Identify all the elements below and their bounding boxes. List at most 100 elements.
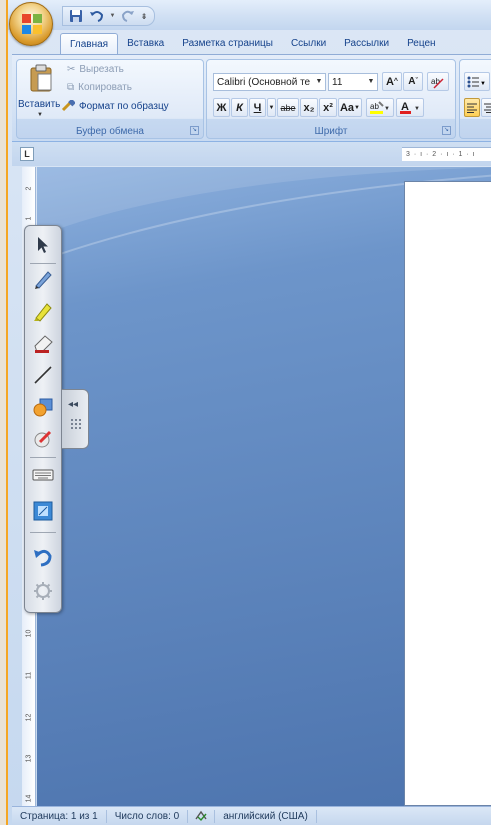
status-language[interactable]: английский (США) [215, 809, 317, 823]
proofing-status[interactable] [188, 809, 216, 823]
subscript-button[interactable]: x₂ [300, 98, 318, 117]
eraser-tool-icon[interactable] [30, 330, 56, 356]
status-word-count[interactable]: Число слов: 0 [107, 809, 189, 823]
pen-tool-icon[interactable] [30, 266, 56, 292]
vertical-ruler-number: 12 [25, 713, 33, 722]
horizontal-ruler[interactable]: 3 · ı · 2 · ı · 1 · ı [402, 147, 491, 161]
select-tool-icon[interactable] [30, 232, 56, 258]
status-bar: Страница: 1 из 1 Число слов: 0 английски… [12, 806, 491, 825]
save-icon[interactable] [67, 8, 85, 24]
chevron-down-icon: ▼ [315, 78, 323, 85]
font-family-value: Calibri (Основной те [217, 76, 311, 88]
toolbar-divider [30, 263, 56, 264]
keyboard-icon[interactable] [30, 462, 56, 488]
document-page[interactable] [404, 181, 491, 806]
font-color-button[interactable]: A ▼ [396, 98, 424, 117]
tab-mailings[interactable]: Рассылки [335, 33, 398, 55]
tab-review[interactable]: Рецен [398, 33, 445, 55]
grow-font-icon: A [385, 75, 394, 88]
ribbon: Вставить ▼ ✂ Вырезать ⧉ Копировать Форма… [12, 54, 491, 142]
vertical-ruler-number: 11 [25, 671, 33, 680]
superscript-button[interactable]: x² [319, 98, 337, 117]
undo-icon[interactable] [88, 8, 106, 24]
quick-access-toolbar: ▼ ⇟ [62, 6, 155, 26]
grip-icon [71, 419, 81, 429]
bullets-button[interactable]: ▼ [464, 72, 490, 91]
vertical-ruler-number: 2 [25, 186, 33, 191]
toolbar-divider [30, 457, 56, 458]
cut-label: Вырезать [79, 64, 124, 75]
copy-label: Копировать [78, 82, 132, 93]
tab-references[interactable]: Ссылки [282, 33, 335, 55]
font-size-select[interactable]: 11 ▼ [328, 73, 378, 91]
chevron-down-icon: ▼ [367, 78, 375, 85]
undo-tool-icon[interactable] [30, 544, 56, 570]
italic-button[interactable]: К [231, 98, 248, 117]
ribbon-tabs: Главная Вставка Разметка страницы Ссылки… [60, 33, 445, 55]
font-size-value: 11 [332, 76, 343, 88]
paste-label: Вставить [18, 99, 61, 110]
office-button[interactable] [9, 2, 53, 46]
tab-home[interactable]: Главная [60, 33, 119, 55]
paste-icon [30, 64, 52, 92]
clipboard-launcher-icon[interactable]: ↘ [190, 126, 199, 135]
clear-formatting-button[interactable]: ab [427, 72, 449, 91]
toolbar-collapse-handle[interactable]: ◂◂ [62, 389, 89, 449]
highlight-icon: ab ▼ [370, 101, 390, 114]
clipboard-group: Вставить ▼ ✂ Вырезать ⧉ Копировать Форма… [16, 59, 204, 139]
font-launcher-icon[interactable]: ↘ [442, 126, 451, 135]
capture-tool-icon[interactable] [30, 498, 56, 524]
vertical-ruler-number: 10 [25, 629, 33, 638]
fill-tool-icon[interactable] [30, 426, 56, 452]
cut-button[interactable]: ✂ Вырезать [67, 64, 124, 75]
vertical-ruler-number: 1 [25, 216, 33, 221]
toolbar-divider [30, 532, 56, 533]
tab-insert[interactable]: Вставка [118, 33, 173, 55]
change-case-button[interactable]: Aa ▼ [338, 98, 362, 117]
highlighter-tool-icon[interactable] [30, 298, 56, 324]
format-painter-button[interactable]: Формат по образцу [61, 100, 169, 112]
grow-font-button[interactable]: A ^ [382, 72, 402, 91]
underline-dropdown[interactable]: ▼ [267, 98, 276, 117]
change-case-icon: Aa [339, 101, 355, 114]
subscript-icon: x₂ [303, 101, 315, 114]
settings-tool-icon[interactable] [30, 578, 56, 604]
status-page[interactable]: Страница: 1 из 1 [12, 809, 107, 823]
strikethrough-button[interactable]: abe [277, 98, 299, 117]
chevron-down-icon: ▼ [268, 104, 275, 111]
office-logo-icon [22, 14, 42, 34]
font-family-select[interactable]: Calibri (Основной те ▼ [213, 73, 326, 91]
paste-button[interactable]: Вставить ▼ [18, 62, 61, 124]
align-left-button[interactable] [464, 98, 480, 117]
shrink-font-button[interactable]: Aˇ [403, 72, 423, 91]
copy-button[interactable]: ⧉ Копировать [67, 82, 132, 93]
shapes-tool-icon[interactable] [30, 394, 56, 420]
format-painter-icon [61, 100, 75, 112]
underline-icon: Ч [253, 101, 262, 114]
copy-icon: ⧉ [67, 82, 75, 93]
paragraph-group: ▼ [459, 59, 491, 139]
redo-icon[interactable] [119, 8, 137, 24]
bullet-list-icon: ▼ [467, 76, 486, 87]
shrink-font-icon: A [408, 76, 416, 87]
svg-text:▼: ▼ [384, 106, 390, 112]
align-center-icon [484, 103, 491, 113]
vertical-ruler-number: 13 [25, 754, 33, 763]
paste-dropdown-icon: ▼ [37, 112, 43, 118]
ruler-bar: L 3 · ı · 2 · ı · 1 · ı [12, 142, 491, 166]
tab-stop-selector[interactable]: L [20, 147, 34, 161]
proofing-icon [195, 810, 207, 822]
document-area [37, 167, 491, 806]
word-window: ▼ ⇟ Главная Вставка Разметка страницы Сс… [6, 0, 491, 825]
highlight-button[interactable]: ab ▼ [366, 98, 394, 117]
line-tool-icon[interactable] [30, 362, 56, 388]
title-bar: ▼ ⇟ [8, 0, 491, 30]
tab-page-layout[interactable]: Разметка страницы [173, 33, 282, 55]
bold-button[interactable]: Ж [213, 98, 230, 117]
undo-dropdown-icon[interactable]: ▼ [109, 8, 116, 24]
customize-toolbar-icon[interactable]: ⇟ [140, 8, 148, 24]
scissors-icon: ✂ [67, 64, 76, 75]
align-center-button[interactable] [481, 98, 491, 117]
underline-button[interactable]: Ч [249, 98, 266, 117]
italic-icon: К [236, 101, 243, 114]
